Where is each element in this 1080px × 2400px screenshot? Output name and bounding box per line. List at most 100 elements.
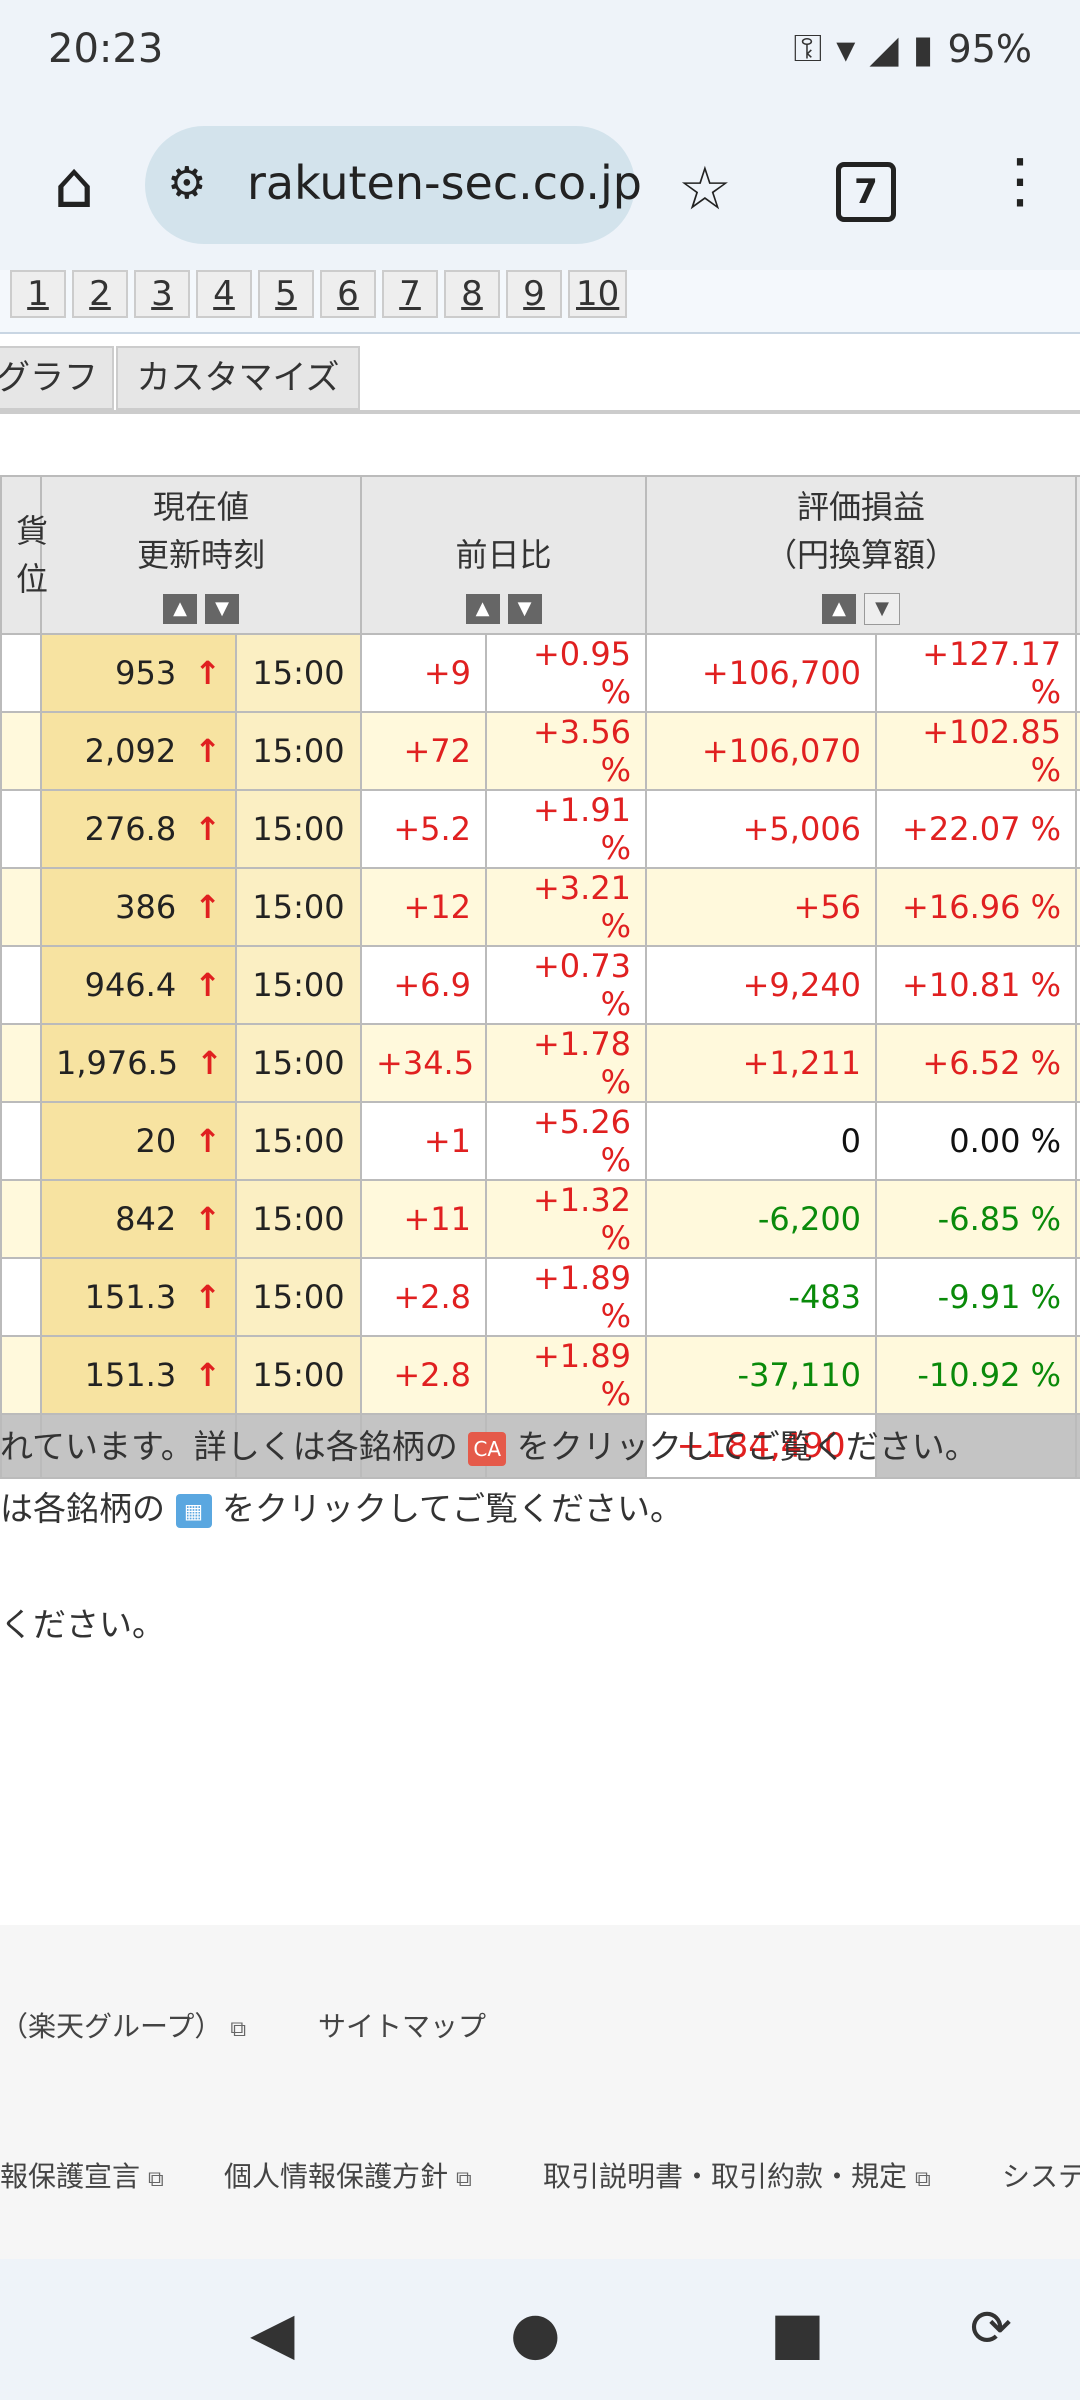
up-arrow-icon: ↑ (194, 888, 221, 926)
change-cell: +11 (360, 1179, 488, 1259)
sort-desc-icon[interactable]: ▼ (864, 593, 901, 625)
status-time: 20:23 (48, 26, 164, 72)
sort-asc-icon[interactable]: ▲ (822, 594, 857, 624)
header-change: 前日比 ▲ ▼ (360, 475, 648, 635)
edge-cell (1075, 1257, 1080, 1337)
pl-pct-cell: +22.07 % (875, 789, 1078, 869)
pl-cell: +106,700 (645, 633, 878, 713)
footer: （楽天グループ） ⧉ サイトマップ 報保護宣言 ⧉ 個人情報保護方針 ⧉ 取引説明書・… (0, 1925, 1080, 2261)
key-icon: ⚿ (793, 26, 823, 70)
table-row: 20 ↑ 15:00 +1 +5.26 % 0 0.00 % (0, 1101, 1080, 1181)
edge-cell (1075, 789, 1080, 869)
sort-asc-icon[interactable]: ▲ (465, 594, 500, 624)
change-pct-cell: +1.78 % (485, 1023, 648, 1103)
time-cell: 15:00 (234, 1179, 363, 1259)
up-arrow-icon: ↑ (194, 732, 221, 770)
footer-link-terms[interactable]: 取引説明書・取引約款・規定 ⧉ (543, 2155, 931, 2195)
edge-cell (1075, 711, 1080, 791)
pl-pct-cell: +102.85 % (875, 711, 1078, 791)
price-cell: 151.3 ↑ (40, 1335, 237, 1415)
left-cell (0, 1179, 42, 1259)
pl-pct-cell: -10.92 % (875, 1335, 1078, 1415)
pl-cell: -483 (645, 1257, 878, 1337)
footer-link-privacy-policy[interactable]: 個人情報保護方針 ⧉ (224, 2155, 472, 2195)
table-row: 842 ↑ 15:00 +11 +1.32 % -6,200 -6.85 % (0, 1179, 1080, 1259)
back-icon[interactable]: ◀ (250, 2299, 295, 2367)
table-row: 151.3 ↑ 15:00 +2.8 +1.89 % -37,110 -10.92 % (0, 1335, 1080, 1415)
address-bar[interactable]: ⚙ rakuten-sec.co.jp (145, 126, 642, 244)
page-link-1[interactable]: 1 (10, 270, 66, 318)
external-link-icon: ⧉ (230, 2017, 247, 2042)
status-icons: ⚿ ▾ ◢ ▮ 95% (793, 26, 1032, 71)
sort-asc-icon[interactable]: ▲ (163, 594, 197, 624)
change-pct-cell: +1.91 % (485, 789, 648, 869)
more-menu-icon[interactable]: ⋮ (990, 146, 1050, 216)
up-arrow-icon: ↑ (194, 654, 221, 692)
tab-switcher-button[interactable]: 7 (836, 162, 896, 222)
price-cell: 386 ↑ (40, 867, 237, 947)
note-line-2: は各銘柄の ▦ をクリックしてご覧ください。 (0, 1489, 684, 1528)
up-arrow-icon: ↑ (194, 1278, 221, 1316)
pager: 1 2 3 4 5 6 7 8 9 10 (10, 270, 628, 318)
page-link-5[interactable]: 5 (258, 270, 314, 318)
footer-link-privacy-declaration[interactable]: 報保護宣言 ⧉ (0, 2155, 164, 2195)
page-link-6[interactable]: 6 (320, 270, 376, 318)
change-pct-cell: +1.89 % (485, 1257, 648, 1337)
change-pct-cell: +1.89 % (485, 1335, 648, 1415)
edge-cell (1075, 867, 1080, 947)
pl-cell: -37,110 (645, 1335, 878, 1415)
tab-customize[interactable]: カスタマイズ (116, 346, 360, 410)
pl-pct-cell: +16.96 % (875, 867, 1078, 947)
sort-desc-icon[interactable]: ▼ (507, 594, 542, 624)
rotate-icon[interactable]: ⟳ (970, 2299, 1012, 2357)
price-cell: 276.8 ↑ (40, 789, 237, 869)
system-nav-bar: ◀ ● ■ ⟳ (0, 2259, 1080, 2400)
site-settings-icon[interactable]: ⚙ (167, 158, 206, 209)
change-cell: +6.9 (360, 945, 488, 1025)
recents-icon[interactable]: ■ (770, 2299, 825, 2367)
header-edge (1075, 475, 1080, 635)
price-cell: 2,092 ↑ (40, 711, 237, 791)
bookmark-star-icon[interactable]: ☆ (678, 154, 732, 224)
url-text[interactable]: rakuten-sec.co.jp (247, 156, 642, 210)
tab-graph[interactable]: グラフ (0, 346, 114, 410)
page-link-7[interactable]: 7 (382, 270, 438, 318)
left-cell (0, 711, 42, 791)
change-cell: +9 (360, 633, 488, 713)
time-cell: 15:00 (234, 633, 363, 713)
left-cell (0, 1101, 42, 1181)
page-link-3[interactable]: 3 (134, 270, 190, 318)
holdings-table: 貨位 現在値 更新時刻 ▲ ▼ 前日比 ▲ ▼ 評価損益 （円換算額） ▲ ▼ 953 ↑ 1… (0, 475, 1080, 1479)
pl-cell: +56 (645, 867, 878, 947)
header-profit-loss: 評価損益 （円換算額） ▲ ▼ (645, 475, 1078, 635)
table-row: 151.3 ↑ 15:00 +2.8 +1.89 % -483 -9.91 % (0, 1257, 1080, 1337)
time-cell: 15:00 (234, 1335, 363, 1415)
change-cell: +2.8 (360, 1335, 488, 1415)
footer-link-system[interactable]: システ (1002, 2155, 1080, 2195)
pl-pct-cell: -9.91 % (875, 1257, 1078, 1337)
edge-cell (1075, 633, 1080, 713)
pl-cell: +1,211 (645, 1023, 878, 1103)
page-link-8[interactable]: 8 (444, 270, 500, 318)
table-row: 386 ↑ 15:00 +12 +3.21 % +56 +16.96 % (0, 867, 1080, 947)
change-pct-cell: +3.21 % (485, 867, 648, 947)
page-link-9[interactable]: 9 (506, 270, 562, 318)
up-arrow-icon: ↑ (194, 1200, 221, 1238)
footer-link-sitemap[interactable]: サイトマップ (318, 2005, 486, 2045)
time-cell: 15:00 (234, 945, 363, 1025)
up-arrow-icon: ↑ (196, 1044, 223, 1082)
home-circle-icon[interactable]: ● (510, 2299, 561, 2367)
sort-desc-icon[interactable]: ▼ (205, 594, 239, 624)
table-row: 276.8 ↑ 15:00 +5.2 +1.91 % +5,006 +22.07 % (0, 789, 1080, 869)
up-arrow-icon: ↑ (194, 966, 221, 1004)
page-link-4[interactable]: 4 (196, 270, 252, 318)
page-link-2[interactable]: 2 (72, 270, 128, 318)
change-cell: +34.5 (360, 1023, 488, 1103)
edge-cell (1075, 1335, 1080, 1415)
home-icon[interactable]: ⌂ (38, 150, 110, 222)
price-cell: 20 ↑ (40, 1101, 237, 1181)
page-link-10[interactable]: 10 (568, 270, 628, 318)
footer-link-rakuten-group[interactable]: （楽天グループ） ⧉ (0, 2005, 246, 2045)
change-pct-cell: +3.56 % (485, 711, 648, 791)
pl-pct-cell: 0.00 % (875, 1101, 1078, 1181)
